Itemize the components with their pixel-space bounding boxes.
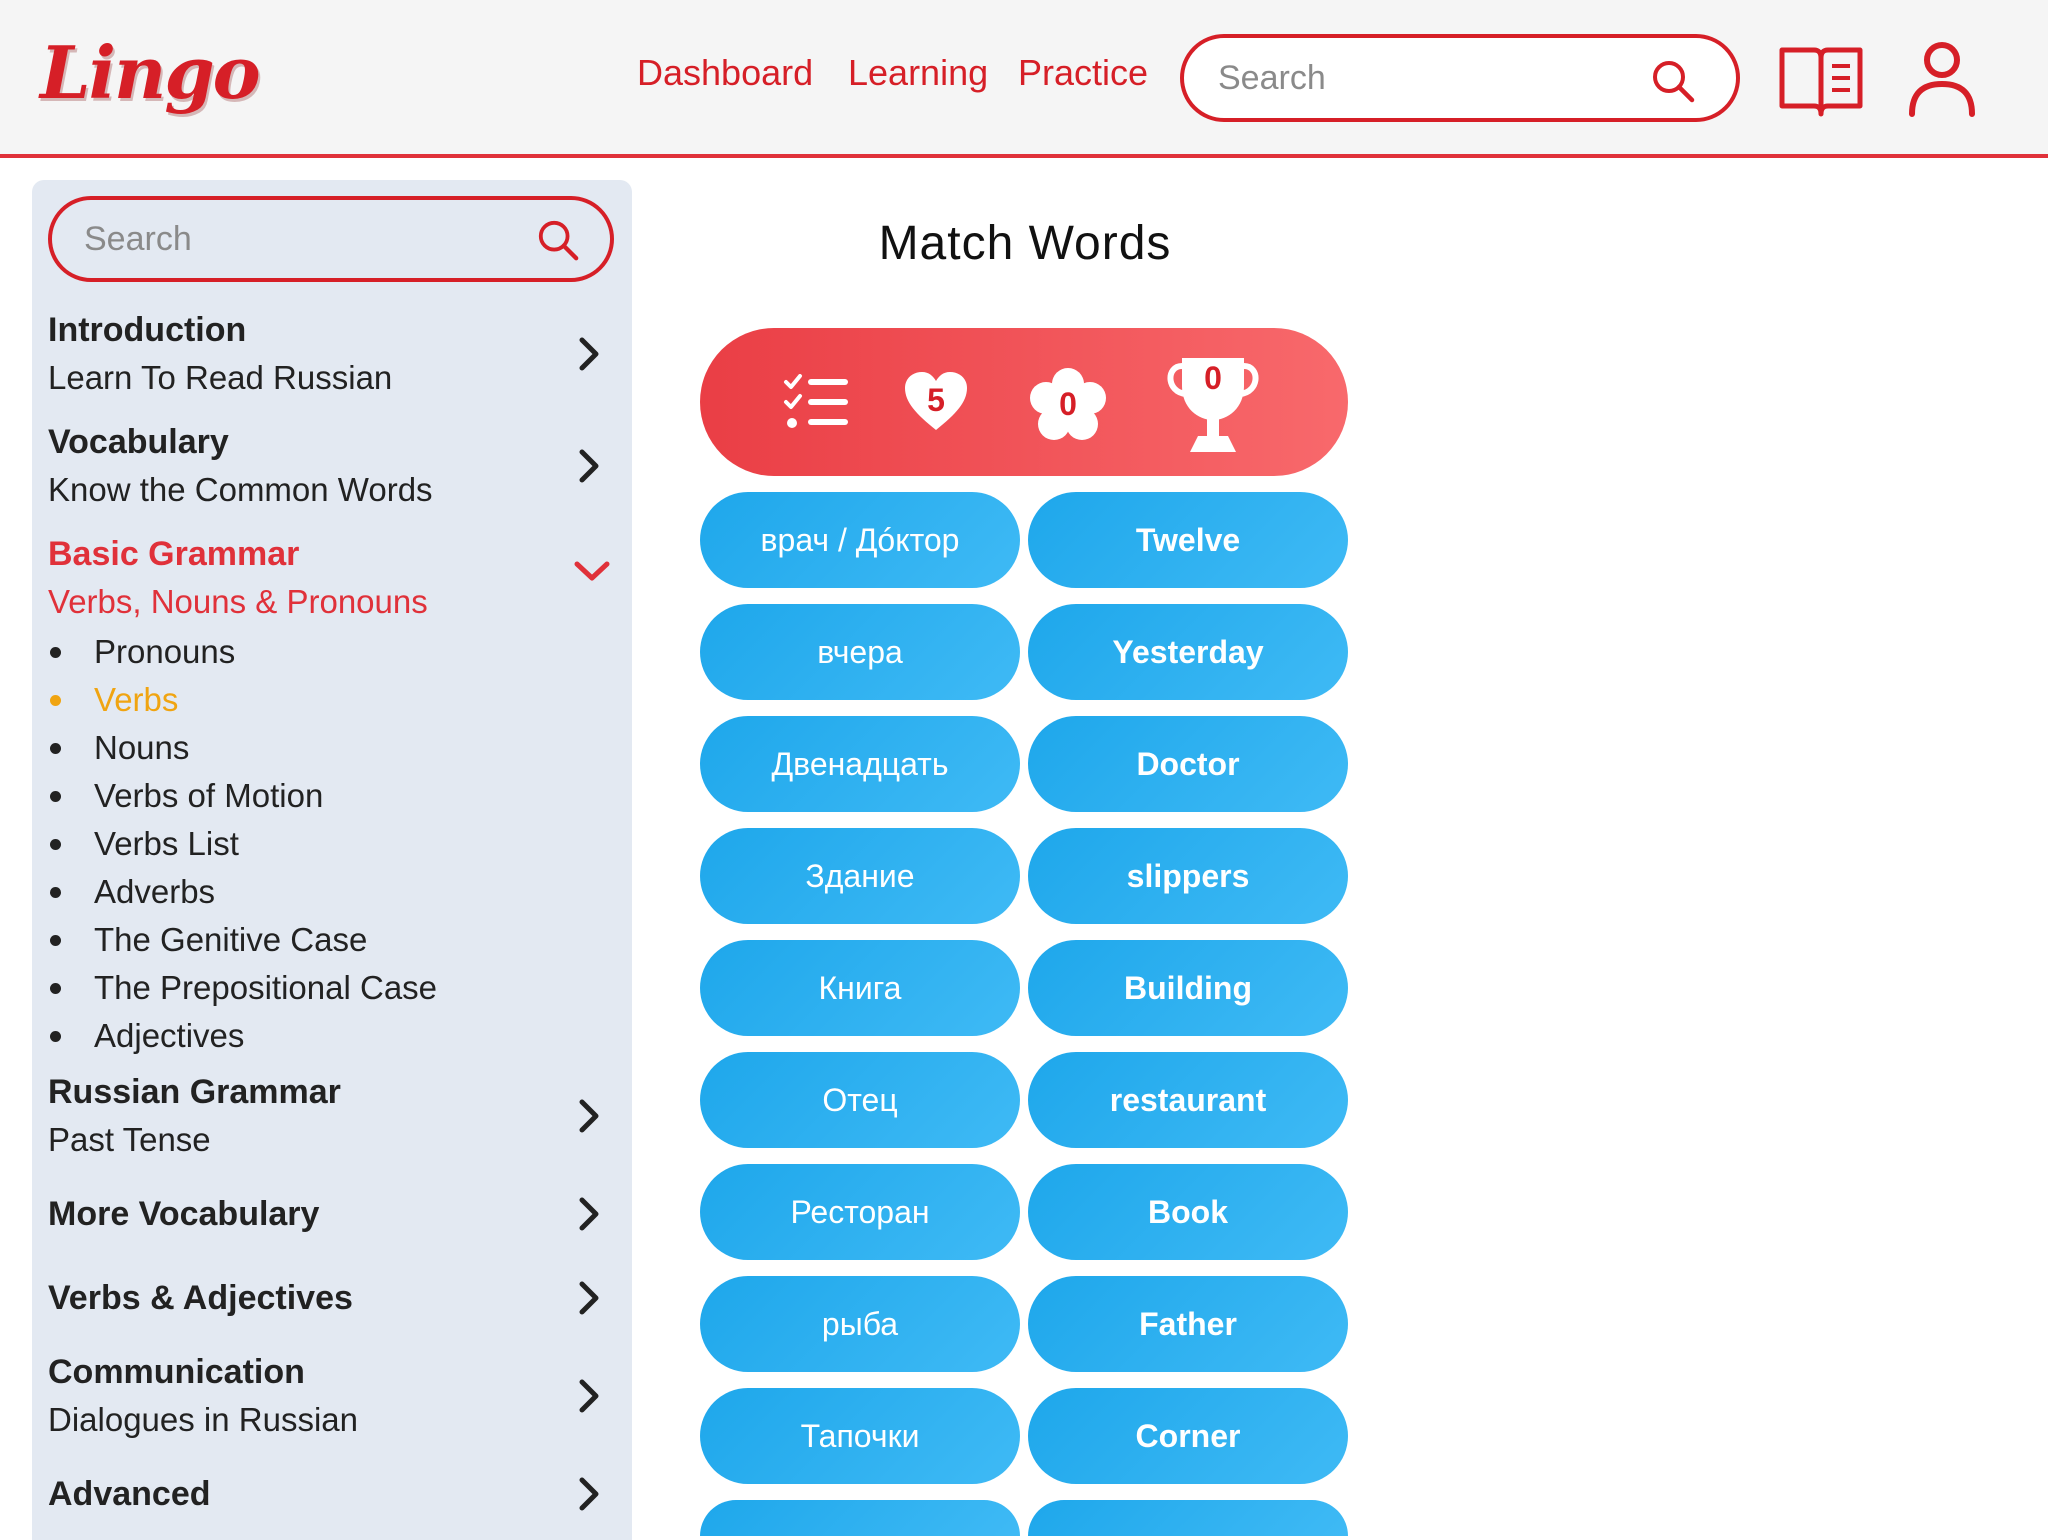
search-icon[interactable] [1650,58,1696,108]
section-title: Introduction [48,311,247,349]
heart-icon: 5 [902,370,970,434]
lives-count: 5 [927,382,945,418]
section-russian-grammar[interactable]: Russian Grammar Past Tense [48,1068,618,1168]
word-card-english[interactable]: Father [1028,1276,1348,1372]
basic-grammar-topics: Pronouns Verbs Nouns Verbs of Motion Ver… [48,628,608,1060]
section-basic-grammar[interactable]: Basic Grammar Verbs, Nouns & Pronouns [48,530,618,630]
section-title: Advanced [48,1475,211,1513]
word-card-english[interactable]: Book [1028,1164,1348,1260]
word-card-english[interactable]: Building [1028,940,1348,1036]
bullet [50,839,61,850]
word-card-russian[interactable]: Здание [700,828,1020,924]
topic-verbs-of-motion[interactable]: Verbs of Motion [48,772,608,820]
section-communication[interactable]: Communication Dialogues in Russian [48,1348,618,1448]
bullet [50,887,61,898]
chevron-right-icon[interactable] [574,1376,604,1420]
word-card-english[interactable]: restaurant [1028,1052,1348,1148]
bullet [50,743,61,754]
bullet [50,791,61,802]
section-title: Verbs & Adjectives [48,1279,353,1317]
section-advanced[interactable]: Advanced [48,1470,618,1530]
book-icon[interactable] [1776,40,1866,128]
word-card-english[interactable]: slippers [1028,828,1348,924]
word-card-russian[interactable]: Книга [700,940,1020,1036]
section-subtitle: Dialogues in Russian [48,1401,359,1438]
word-card-russian[interactable]: вчера [700,604,1020,700]
header-search-input[interactable] [1218,52,1638,104]
topic-genitive-case[interactable]: The Genitive Case [48,916,608,964]
user-icon[interactable] [1906,40,1978,124]
sidebar-search-input[interactable] [84,214,504,264]
word-card-english[interactable]: Corner [1028,1388,1348,1484]
chevron-right-icon[interactable] [574,446,604,490]
word-card-russian[interactable]: Двенадцать [700,716,1020,812]
flower-count: 0 [1059,386,1077,422]
word-card-russian[interactable]: врач / Дóктор [700,492,1020,588]
section-introduction[interactable]: Introduction Learn To Read Russian [48,306,618,406]
section-title: Russian Grammar [48,1073,341,1111]
word-card-english[interactable]: Yesterday [1028,604,1348,700]
topic-nouns[interactable]: Nouns [48,724,608,772]
word-card-english[interactable]: Twelve [1028,492,1348,588]
section-title: Communication [48,1353,305,1391]
lingo-logo[interactable]: Lingo [40,30,261,115]
chevron-right-icon[interactable] [574,1278,604,1322]
section-verbs-adjectives[interactable]: Verbs & Adjectives [48,1274,618,1334]
flower-badge-icon: 0 [1030,368,1106,444]
word-card-english[interactable]: Doctor [1028,716,1348,812]
section-subtitle: Verbs, Nouns & Pronouns [48,583,428,620]
word-card-english-partial[interactable] [1028,1500,1348,1536]
section-subtitle: Learn To Read Russian [48,359,393,396]
section-subtitle: Past Tense [48,1121,211,1158]
trophy-count: 0 [1204,360,1222,396]
nav-learning[interactable]: Learning [848,52,988,94]
chevron-right-icon[interactable] [574,334,604,378]
word-card-russian[interactable]: Ресторан [700,1164,1020,1260]
topic-adjectives[interactable]: Adjectives [48,1012,608,1060]
topic-verbs-list[interactable]: Verbs List [48,820,608,868]
topic-pronouns[interactable]: Pronouns [48,628,608,676]
section-more-vocabulary[interactable]: More Vocabulary [48,1190,618,1250]
topic-verbs[interactable]: Verbs [48,676,608,724]
section-title: Basic Grammar [48,535,300,573]
trophy-icon: 0 [1162,352,1264,456]
section-title: Vocabulary [48,423,229,461]
section-vocabulary[interactable]: Vocabulary Know the Common Words [48,418,618,518]
topic-adverbs[interactable]: Adverbs [48,868,608,916]
chevron-right-icon[interactable] [574,1474,604,1518]
game-stats-bar: 5 0 0 [700,328,1348,476]
bullet [50,935,61,946]
word-card-russian[interactable]: Отец [700,1052,1020,1148]
search-icon[interactable] [536,218,580,266]
word-card-russian[interactable]: рыба [700,1276,1020,1372]
sidebar-search [48,196,614,282]
word-card-russian-partial[interactable] [700,1500,1020,1536]
word-card-russian[interactable]: Тапочки [700,1388,1020,1484]
topic-prepositional-case[interactable]: The Prepositional Case [48,964,608,1012]
top-header: Lingo Dashboard Learning Practice [0,0,2048,158]
checklist-icon[interactable] [782,374,852,438]
bullet [50,695,61,706]
chevron-right-icon[interactable] [574,1194,604,1238]
page-title: Match Words [878,217,1172,270]
chevron-down-icon[interactable] [572,556,612,590]
header-search [1180,34,1740,122]
bullet [50,1031,61,1042]
nav-practice[interactable]: Practice [1018,52,1148,94]
bullet [50,647,61,658]
section-title: More Vocabulary [48,1195,320,1233]
nav-dashboard[interactable]: Dashboard [637,52,813,94]
course-sidebar: Introduction Learn To Read Russian Vocab… [32,180,632,1540]
bullet [50,983,61,994]
section-subtitle: Know the Common Words [48,471,433,508]
chevron-right-icon[interactable] [574,1096,604,1140]
